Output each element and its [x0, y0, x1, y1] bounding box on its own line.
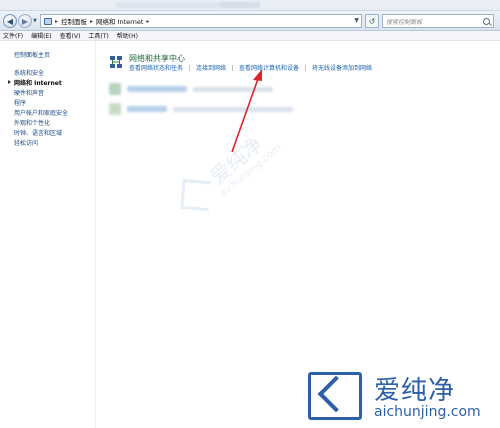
site-logo-icon [308, 372, 362, 420]
breadcrumb-separator-icon[interactable]: ▸ [90, 18, 93, 25]
blurred-category-title [127, 86, 187, 92]
blurred-category-links [173, 106, 293, 112]
breadcrumb-separator-icon[interactable]: ▸ [146, 18, 149, 25]
task-divider [232, 64, 234, 71]
blurred-category-links [193, 86, 273, 92]
blurred-category-row [109, 83, 273, 95]
menu-view[interactable]: 查看(V) [60, 31, 81, 40]
faint-watermark: 爱纯净 aichunjing.com [161, 102, 317, 256]
watermark-brand-url: aichunjing.com [374, 404, 481, 420]
recent-pages-dropdown[interactable]: ▼ [33, 18, 38, 24]
menu-help[interactable]: 帮助(H) [117, 31, 138, 40]
current-location-arrow-icon [8, 80, 11, 84]
breadcrumb-network-internet[interactable]: 网络和 Internet [96, 16, 143, 26]
refresh-button[interactable]: ↺ [365, 14, 379, 28]
arrow-left-icon: ◀ [6, 16, 14, 26]
sidebar-item-appearance[interactable]: 外观和个性化 [14, 118, 50, 127]
sidebar-item-clock-language[interactable]: 时钟、语言和区域 [14, 128, 62, 137]
sidebar-item-ease-of-access[interactable]: 轻松访问 [14, 138, 38, 147]
navigation-bar: ◀ ▶ ▼ ▸ 控制面板 ▸ 网络和 Internet ▸ ▼ ↺ 搜索控制面板 [0, 11, 500, 31]
blurred-category-icon [109, 83, 121, 95]
sidebar-item-user-accounts[interactable]: 用户帐户和家庭安全 [14, 108, 68, 117]
back-button[interactable]: ◀ [3, 14, 17, 28]
menu-tools[interactable]: 工具(T) [88, 31, 108, 40]
menu-file[interactable]: 文件(F) [3, 31, 23, 40]
task-add-wireless-device[interactable]: 将无线设备添加到网络 [312, 63, 372, 72]
blurred-window-text [220, 2, 260, 8]
address-dropdown-icon[interactable]: ▼ [354, 17, 359, 24]
window-top-strip [0, 0, 500, 11]
task-divider [189, 64, 191, 71]
sidebar-item-network-internet[interactable]: 网络和 Internet [14, 78, 62, 87]
blurred-category-icon [109, 103, 121, 115]
refresh-icon: ↺ [368, 16, 376, 26]
search-icon[interactable] [483, 17, 490, 25]
left-navigation-pane: 控制面板主页 系统和安全 网络和 Internet 硬件和声音 程序 用户帐户和… [0, 41, 96, 428]
sidebar-item-programs[interactable]: 程序 [14, 98, 26, 107]
sidebar-item-hardware-sound[interactable]: 硬件和声音 [14, 88, 44, 97]
menu-edit[interactable]: 编辑(E) [31, 31, 51, 40]
watermark-logo-icon [180, 178, 213, 212]
address-bar[interactable]: ▸ 控制面板 ▸ 网络和 Internet ▸ ▼ [40, 14, 362, 28]
network-sharing-icon[interactable] [109, 55, 123, 69]
search-placeholder: 搜索控制面板 [386, 18, 423, 26]
search-box[interactable]: 搜索控制面板 [382, 14, 494, 28]
breadcrumb-separator-icon[interactable]: ▸ [55, 18, 58, 25]
task-view-network-status[interactable]: 查看网络状态和任务 [129, 63, 183, 72]
sidebar-item-home[interactable]: 控制面板主页 [14, 50, 50, 59]
task-divider [305, 64, 307, 71]
task-connect-to-network[interactable]: 连接到网络 [196, 63, 226, 72]
sidebar-item-system-security[interactable]: 系统和安全 [14, 68, 44, 77]
task-view-network-computers[interactable]: 查看网络计算机和设备 [239, 63, 299, 72]
forward-button[interactable]: ▶ [18, 14, 32, 28]
menu-bar: 文件(F) 编辑(E) 查看(V) 工具(T) 帮助(H) [0, 31, 500, 41]
network-task-links: 查看网络状态和任务 连接到网络 查看网络计算机和设备 将无线设备添加到网络 [129, 63, 372, 72]
control-panel-icon [44, 17, 52, 25]
site-watermark: 爱纯净 aichunjing.com [300, 370, 500, 428]
arrow-right-icon: ▶ [21, 16, 29, 26]
blurred-category-title [127, 106, 167, 112]
blurred-category-row [109, 103, 293, 115]
breadcrumb-control-panel[interactable]: 控制面板 [61, 16, 87, 26]
watermark-brand-zh: 爱纯净 [374, 376, 456, 406]
